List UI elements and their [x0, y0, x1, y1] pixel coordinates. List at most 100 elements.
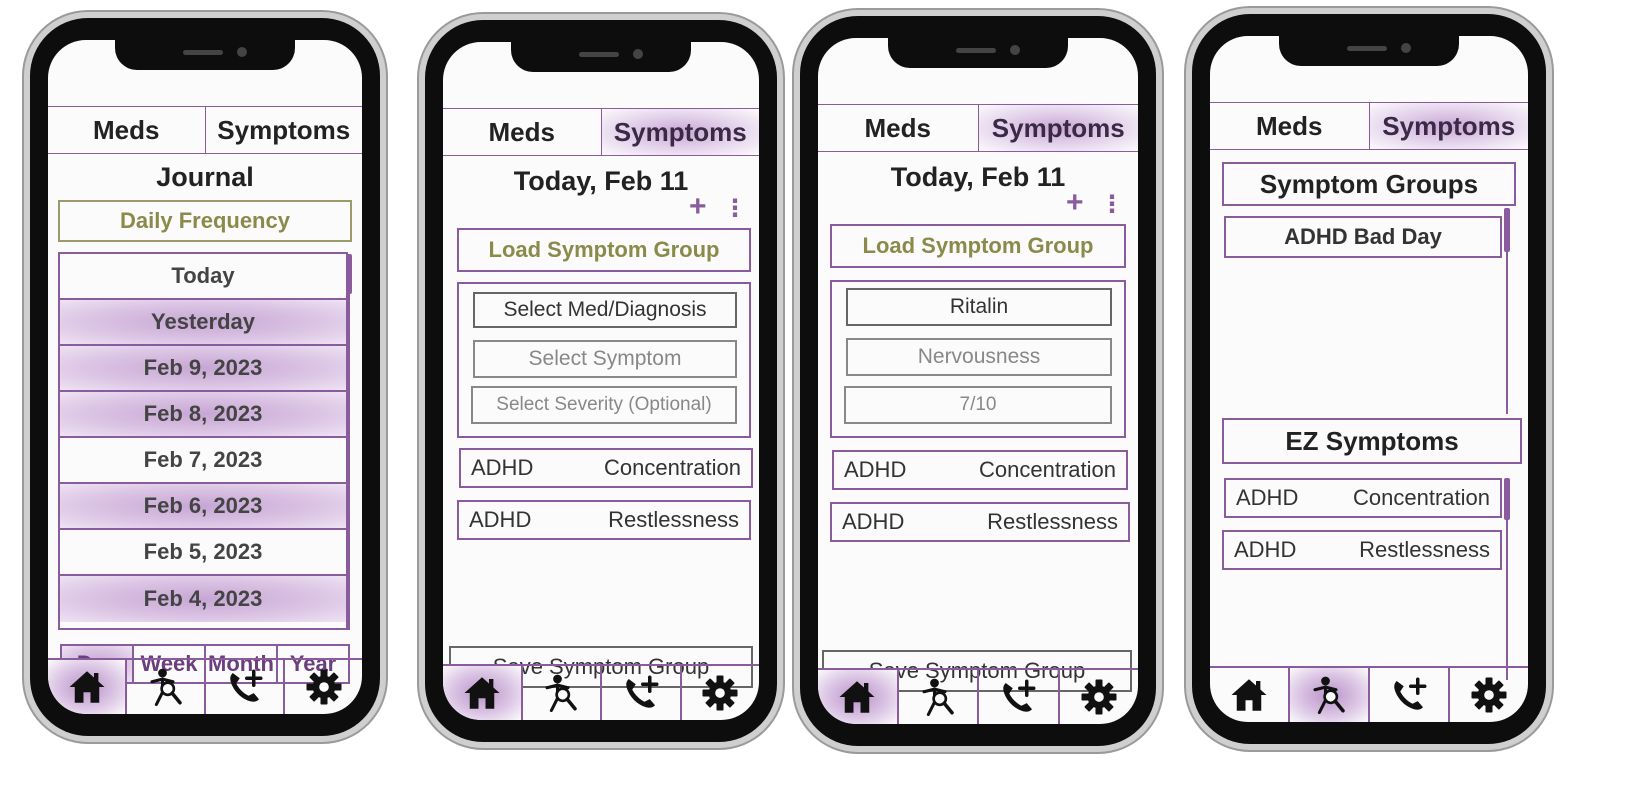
date-row[interactable]: Feb 9, 2023: [60, 346, 346, 392]
top-tabs: Meds Symptoms: [443, 108, 759, 156]
symptom-select[interactable]: Select Symptom: [473, 340, 737, 378]
nav-person-search-button[interactable]: [520, 666, 601, 720]
row-symptom: Concentration: [1353, 485, 1490, 510]
nav-phone-add-button[interactable]: [204, 660, 283, 714]
bottom-nav: [443, 664, 759, 720]
date-row[interactable]: Feb 4, 2023: [60, 576, 346, 622]
nav-home-button[interactable]: [818, 670, 897, 724]
add-icon[interactable]: +: [689, 190, 707, 224]
phone-journal: Meds Symptoms Journal Daily Frequency To…: [30, 18, 380, 736]
severity-select[interactable]: 7/10: [844, 386, 1112, 424]
load-symptom-group-label: Load Symptom Group: [862, 233, 1094, 258]
row-diagnosis: ADHD: [1234, 537, 1297, 562]
top-tabs: Meds Symptoms: [1210, 102, 1528, 150]
more-menu-icon[interactable]: ⋮: [723, 194, 747, 223]
daily-frequency-label: Daily Frequency: [120, 208, 290, 233]
nav-phone-add-button[interactable]: [600, 666, 680, 720]
date-row[interactable]: Feb 7, 2023: [60, 438, 346, 484]
person-search-icon: [540, 672, 582, 714]
groups-scrollbar[interactable]: [1504, 208, 1510, 252]
date-row[interactable]: Feb 8, 2023: [60, 392, 346, 438]
tab-symptoms[interactable]: Symptoms: [977, 105, 1138, 151]
date-list-scrollbar[interactable]: [346, 254, 352, 294]
nav-phone-add-button[interactable]: [977, 670, 1058, 724]
person-search-icon: [145, 666, 187, 708]
bottom-nav: [1210, 666, 1528, 722]
phone-add-icon: [997, 676, 1039, 718]
ez-symptoms-title: EZ Symptoms: [1285, 425, 1459, 456]
ez-scrollbar[interactable]: [1504, 478, 1510, 520]
person-search-icon: [917, 676, 959, 718]
phone-log-filled: Meds Symptoms Today, Feb 11 + ⋮ Load Sym…: [800, 16, 1156, 746]
row-diagnosis: ADHD: [1236, 485, 1299, 510]
nav-person-search-button[interactable]: [896, 670, 978, 724]
screen-journal: Meds Symptoms Journal Daily Frequency To…: [48, 40, 362, 714]
row-diagnosis: ADHD: [471, 455, 534, 480]
date-row[interactable]: Yesterday: [60, 300, 346, 346]
row-diagnosis: ADHD: [469, 507, 532, 532]
screen-log-empty: Meds Symptoms Today, Feb 11 + ⋮ Load Sym…: [443, 42, 759, 720]
nav-gear-button[interactable]: [1057, 670, 1139, 724]
med-diagnosis-select[interactable]: Ritalin: [846, 288, 1112, 326]
row-symptom: Concentration: [979, 457, 1116, 482]
tab-symptoms[interactable]: Symptoms: [1368, 103, 1528, 149]
nav-gear-button[interactable]: [679, 666, 760, 720]
tab-symptoms[interactable]: Symptoms: [600, 109, 759, 155]
nav-person-search-button[interactable]: [125, 660, 204, 714]
nav-person-search-button[interactable]: [1288, 668, 1368, 722]
home-icon: [1228, 674, 1270, 716]
nav-phone-add-button[interactable]: [1368, 668, 1448, 722]
load-symptom-group-button[interactable]: Load Symptom Group: [830, 224, 1126, 268]
page-title: Journal: [156, 162, 254, 192]
symptom-groups-header: Symptom Groups: [1222, 162, 1516, 206]
row-symptom: Restlessness: [608, 507, 739, 532]
nav-gear-button[interactable]: [283, 660, 362, 714]
daily-frequency-button[interactable]: Daily Frequency: [58, 200, 352, 242]
date-row[interactable]: Today: [60, 254, 346, 300]
phone-add-icon: [224, 666, 266, 708]
tab-meds[interactable]: Meds: [48, 107, 205, 153]
tab-meds[interactable]: Meds: [818, 105, 978, 151]
notch: [115, 40, 295, 70]
nav-home-button[interactable]: [1210, 668, 1288, 722]
row-symptom: Restlessness: [1359, 537, 1490, 562]
group-item[interactable]: ADHD Bad Day: [1224, 216, 1502, 258]
add-icon[interactable]: +: [1066, 186, 1084, 220]
symptom-row[interactable]: ADHD Concentration: [459, 448, 753, 488]
symptom-row[interactable]: ADHD Restlessness: [1222, 530, 1502, 570]
group-item-label: ADHD Bad Day: [1284, 224, 1442, 249]
row-symptom: Concentration: [604, 455, 741, 480]
symptom-row[interactable]: ADHD Concentration: [1224, 478, 1502, 518]
med-diagnosis-value: Ritalin: [949, 295, 1009, 318]
load-symptom-group-button[interactable]: Load Symptom Group: [457, 228, 751, 272]
ez-scroll-track: [1506, 520, 1508, 680]
severity-select[interactable]: Select Severity (Optional): [471, 386, 737, 424]
nav-gear-button[interactable]: [1448, 668, 1528, 722]
date-row[interactable]: Feb 5, 2023: [60, 530, 346, 576]
ez-symptoms-header: EZ Symptoms: [1222, 418, 1522, 464]
notch: [888, 38, 1068, 68]
top-tabs: Meds Symptoms: [48, 106, 362, 154]
gear-icon: [699, 672, 741, 714]
date-row[interactable]: Feb 6, 2023: [60, 484, 346, 530]
symptom-row[interactable]: ADHD Concentration: [832, 450, 1128, 490]
symptom-select[interactable]: Nervousness: [846, 338, 1112, 376]
more-menu-icon[interactable]: ⋮: [1100, 190, 1124, 219]
tab-meds[interactable]: Meds: [443, 109, 601, 155]
tab-meds[interactable]: Meds: [1210, 103, 1369, 149]
screen-log-filled: Meds Symptoms Today, Feb 11 + ⋮ Load Sym…: [818, 38, 1138, 724]
symptom-groups-title: Symptom Groups: [1259, 168, 1479, 199]
nav-home-button[interactable]: [48, 660, 125, 714]
med-diagnosis-select[interactable]: Select Med/Diagnosis: [473, 292, 737, 328]
groups-scroll-track: [1506, 252, 1508, 414]
symptom-row[interactable]: ADHD Restlessness: [830, 502, 1130, 542]
load-symptom-group-label: Load Symptom Group: [488, 237, 720, 262]
home-icon: [66, 666, 108, 708]
gear-icon: [303, 666, 345, 708]
phone-add-icon: [1388, 674, 1430, 716]
symptom-row[interactable]: ADHD Restlessness: [457, 500, 751, 540]
tab-symptoms[interactable]: Symptoms: [204, 107, 363, 153]
gear-icon: [1468, 674, 1510, 716]
home-icon: [461, 672, 503, 714]
nav-home-button[interactable]: [443, 666, 521, 720]
